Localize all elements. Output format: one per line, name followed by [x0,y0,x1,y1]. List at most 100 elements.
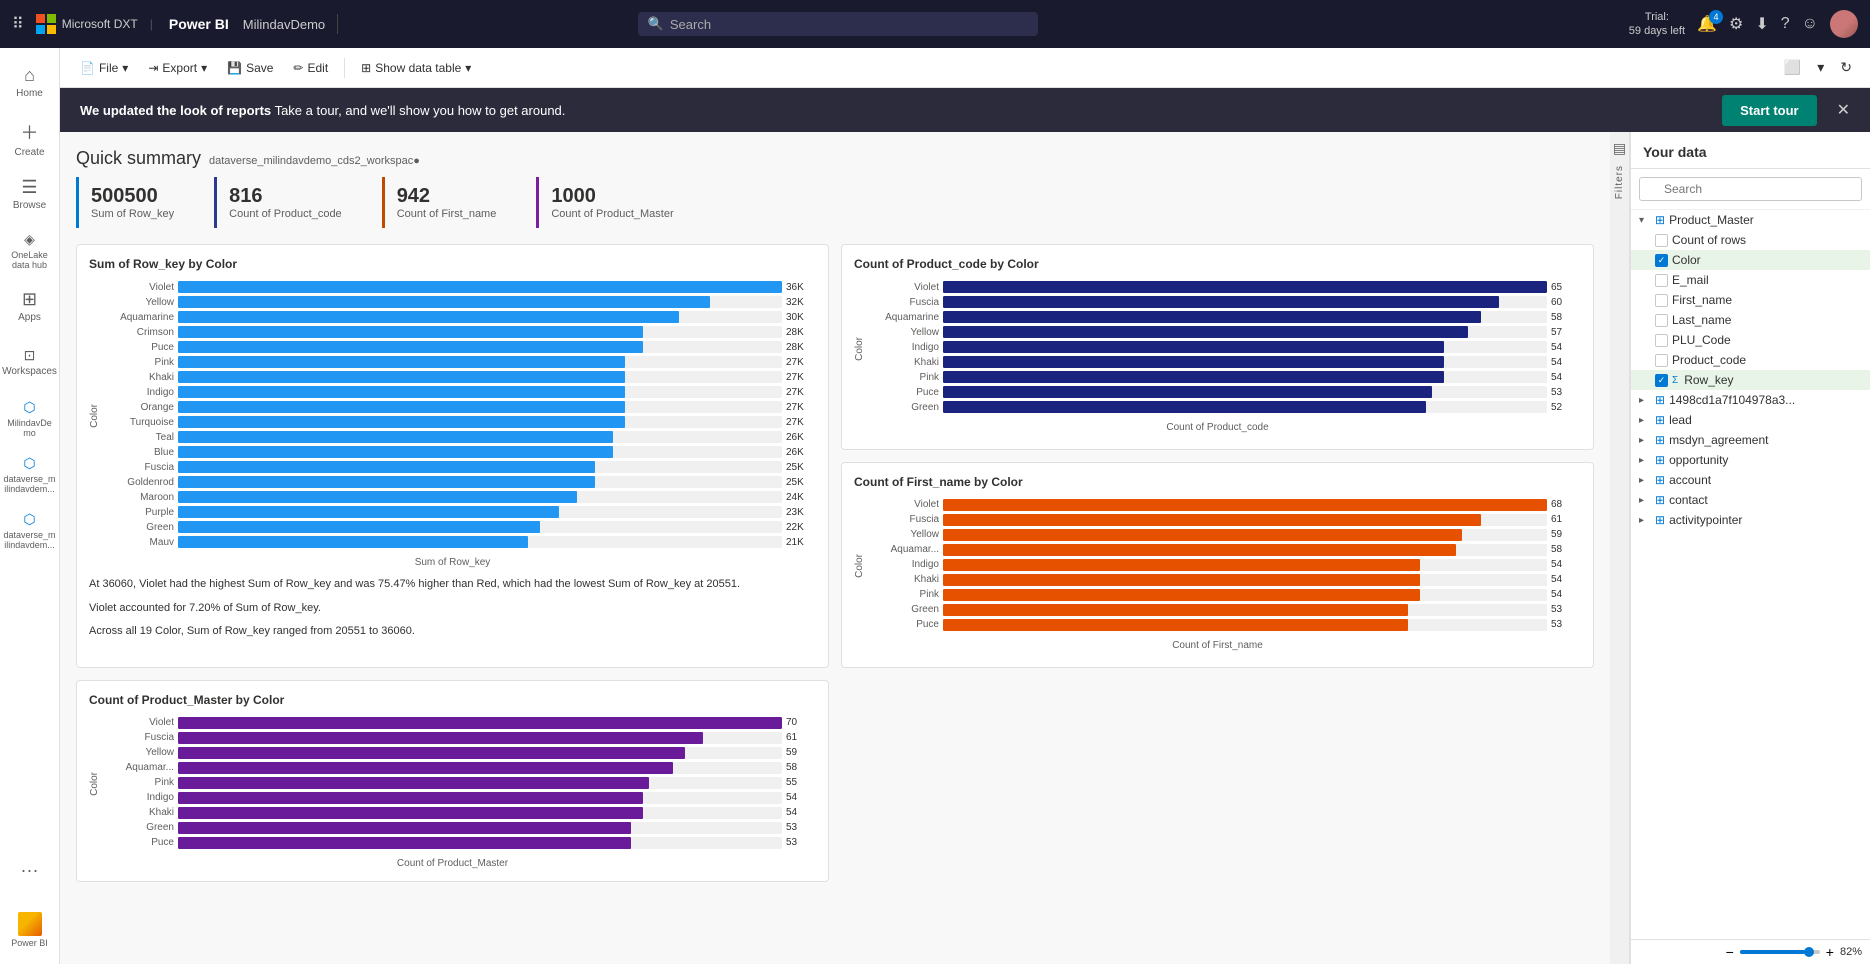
banner-close-button[interactable]: ✕ [1837,100,1850,120]
bar-row: Yellow 32K [104,296,816,308]
refresh-button[interactable]: ↻ [1834,55,1858,80]
sidebar-item-home[interactable]: ⌂ Home [4,56,56,108]
sidebar-item-milindavdemo[interactable]: ⬡ MilindavDe mo [4,392,56,444]
tree-item[interactable]: ✓ Color [1631,250,1870,270]
tree-item[interactable]: ✓ Σ Row_key [1631,370,1870,390]
tree-item[interactable]: Count of rows [1631,230,1870,250]
start-tour-button[interactable]: Start tour [1722,95,1817,126]
tree-item[interactable]: ▾ ⊞ Product_Master [1631,210,1870,230]
tree-checkbox[interactable] [1655,274,1668,287]
tree-item[interactable]: ▸ ⊞ activitypointer [1631,510,1870,530]
table-icon: ⊞ [1655,413,1665,427]
banner-text: We updated the look of reports Take a to… [80,103,565,118]
toolbar-separator [344,58,345,78]
tree-item[interactable]: ▸ ⊞ account [1631,470,1870,490]
bar-row: Purple 23K [104,506,816,518]
tree-item[interactable]: Last_name [1631,310,1870,330]
tree-item[interactable]: Product_code [1631,350,1870,370]
sidebar-item-dataverse2[interactable]: ⬡ dataverse_m ilindavdem... [4,504,56,556]
chart4-title: Count of Product_Master by Color [89,693,816,707]
avatar[interactable] [1830,10,1858,38]
create-icon: ＋ [21,119,39,145]
zoom-slider[interactable] [1740,950,1820,954]
table-icon: ⊞ [1655,213,1665,227]
chart-card-productcode: Count of Product_code by Color Color Vio… [841,244,1594,450]
help-icon[interactable]: ? [1781,15,1790,33]
zoom-in-button[interactable]: + [1826,944,1834,960]
tree-item[interactable]: ▸ ⊞ opportunity [1631,450,1870,470]
user-icon[interactable]: ☺ [1802,15,1818,33]
chart1-inner: Color Violet 36K Yellow 32K Aquamarine [89,281,816,551]
tree-checkbox[interactable]: ✓ [1655,254,1668,267]
filters-toggle[interactable]: ▤ Filters [1610,132,1630,964]
chart2-title: Count of Product_code by Color [854,257,1581,271]
chart3-y-axis-label: Color [854,554,865,578]
tree-checkbox[interactable] [1655,334,1668,347]
export-button[interactable]: ⇥ Export ▾ [140,57,215,79]
panel-search-input[interactable] [1639,177,1862,201]
download-icon[interactable]: ⬇ [1755,14,1768,34]
save-button[interactable]: 💾 Save [219,57,281,79]
tree-item[interactable]: ▸ ⊞ 1498cd1a7f104978a3... [1631,390,1870,410]
show-data-button[interactable]: ⊞ Show data table ▾ [353,57,479,79]
tree-checkbox[interactable]: ✓ [1655,374,1668,387]
dataverse1-icon: ⬡ [23,455,35,472]
file-button[interactable]: 📄 File ▾ [72,57,136,79]
chart3-title: Count of First_name by Color [854,475,1581,489]
notifications-icon[interactable]: 🔔 4 [1697,14,1717,34]
zoom-level: 82% [1840,946,1862,958]
tree-item[interactable]: PLU_Code [1631,330,1870,350]
zoom-out-button[interactable]: − [1726,944,1734,960]
chart4-inner: Color Violet 70 Fuscia 61 Yellow 59 [89,717,816,852]
sidebar-item-dataverse1[interactable]: ⬡ dataverse_m ilindavdem... [4,448,56,500]
content-area: 📄 File ▾ ⇥ Export ▾ 💾 Save ✏ Edit ⊞ Show… [60,48,1870,964]
tree-item[interactable]: ▸ ⊞ contact [1631,490,1870,510]
sidebar-item-browse[interactable]: ☰ Browse [4,168,56,220]
save-icon: 💾 [227,61,242,75]
settings-icon[interactable]: ⚙ [1729,14,1743,34]
microsoft-label: Microsoft DXT [62,17,138,31]
window-chevron-button[interactable]: ▾ [1811,55,1830,80]
grid-icon[interactable]: ⠿ [12,14,24,34]
export-icon: ⇥ [148,61,158,75]
global-search-bar[interactable]: 🔍 [638,12,1038,36]
tree-item[interactable]: ▸ ⊞ lead [1631,410,1870,430]
sidebar-item-onelake[interactable]: ◈ OneLake data hub [4,224,56,276]
tree-checkbox[interactable] [1655,354,1668,367]
bar-row: Khaki 54 [869,574,1581,586]
report-content: Quick summary dataverse_milindavdemo_cds… [60,132,1610,964]
sidebar-item-more[interactable]: ··· [4,844,56,896]
tree-checkbox[interactable] [1655,314,1668,327]
toolbar-right: ⬜ ▾ ↻ [1778,55,1858,80]
zoom-bar: − + 82% [1631,939,1870,964]
window-mode-button[interactable]: ⬜ [1778,55,1807,80]
home-icon: ⌂ [24,65,35,86]
chart2-inner: Color Violet 65 Fuscia 60 Aquamarine [854,281,1581,416]
sidebar-item-workspaces[interactable]: ⊡ Workspaces [4,336,56,388]
sidebar-item-create[interactable]: ＋ Create [4,112,56,164]
tree-item[interactable]: E_mail [1631,270,1870,290]
tree-checkbox[interactable] [1655,294,1668,307]
bar-row: Pink 27K [104,356,816,368]
quick-summary-metrics: 500500Sum of Row_key816Count of Product_… [76,177,1594,228]
report-area: Quick summary dataverse_milindavdemo_cds… [60,132,1870,964]
tree-checkbox[interactable] [1655,234,1668,247]
global-search-input[interactable] [670,17,1028,32]
tree-item[interactable]: First_name [1631,290,1870,310]
tree-item[interactable]: ▸ ⊞ msdyn_agreement [1631,430,1870,450]
bar-row: Mauv 21K [104,536,816,548]
chevron-right-icon: ▸ [1639,415,1651,426]
sidebar-item-apps[interactable]: ⊞ Apps [4,280,56,332]
chevron-right-icon: ▸ [1639,435,1651,446]
edit-button[interactable]: ✏ Edit [285,57,336,79]
bar-row: Yellow 59 [104,747,816,759]
quick-summary-title: Quick summary [76,148,201,169]
bar-row: Orange 27K [104,401,816,413]
panel-search [1631,169,1870,210]
charts-grid: Sum of Row_key by Color Color Violet 36K… [76,244,1594,882]
table-icon: ⊞ [1655,473,1665,487]
browse-icon: ☰ [21,177,37,198]
data-tree: ▾ ⊞ Product_Master Count of rows ✓ Color… [1631,210,1870,939]
chart2-x-axis-label: Count of Product_code [854,422,1581,433]
chart1-text-block: At 36060, Violet had the highest Sum of … [89,568,816,655]
